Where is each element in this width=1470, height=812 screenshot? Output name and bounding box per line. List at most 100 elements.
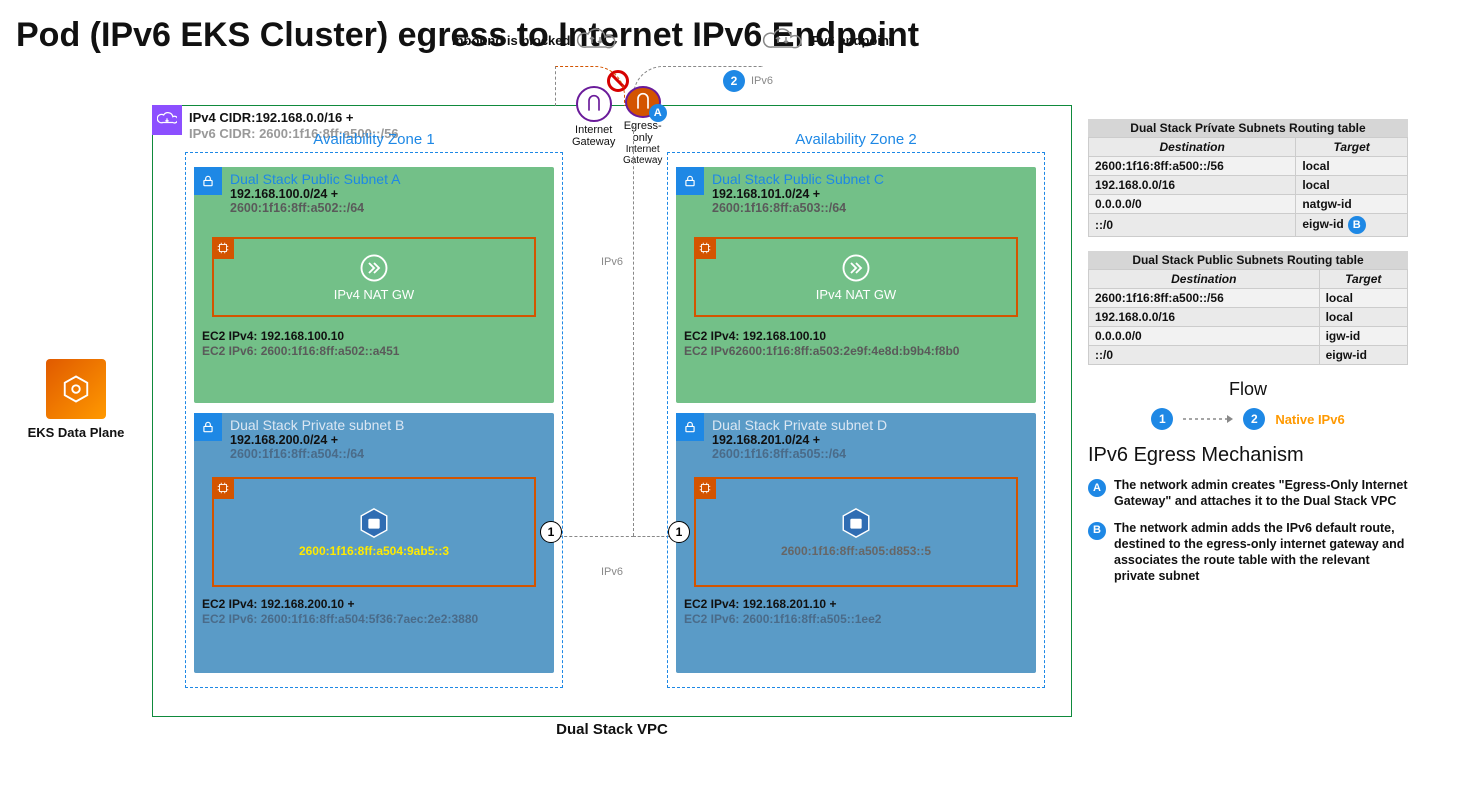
chip-icon	[694, 237, 716, 259]
availability-zone-1: Availability Zone 1 Dual Stack Public Su…	[185, 152, 563, 688]
col-target: Target	[1296, 138, 1408, 157]
gateways: Internet Gateway A Egress-only Internet …	[568, 86, 666, 166]
step-2-label: IPv6	[751, 75, 773, 87]
subnet-b-v4: 192.168.200.0/24 +	[230, 433, 546, 447]
route-target: local	[1319, 308, 1407, 327]
igw-icon	[576, 86, 612, 122]
badge-a: A	[1088, 479, 1106, 497]
subnet-d-title: Dual Stack Private subnet D	[712, 417, 1028, 433]
table-row: 2600:1f16:8ff:a500::/56local	[1089, 157, 1408, 176]
public-subnet-a: Dual Stack Public Subnet A 192.168.100.0…	[194, 167, 554, 403]
route-target: natgw-id	[1296, 195, 1408, 214]
step-2-badge: 2	[723, 70, 745, 92]
ec2-c: EC2 IPv4: 192.168.100.10 EC2 IPv62600:1f…	[684, 329, 959, 359]
route-target: eigw-idB	[1296, 214, 1408, 237]
flow-heading: Flow	[1088, 379, 1408, 400]
mechanism-a-text: The network admin creates "Egress-Only I…	[1114, 477, 1408, 510]
eigw-label: Egress-only	[619, 120, 666, 144]
flow-step-1: 1	[1151, 408, 1173, 430]
subnet-d-v6: 2600:1f16:8ff:a505::/64	[712, 447, 1028, 461]
table-row: 192.168.0.0/16local	[1089, 308, 1408, 327]
table-row: 0.0.0.0/0igw-id	[1089, 327, 1408, 346]
route-target: local	[1296, 157, 1408, 176]
subnet-d-v4: 192.168.201.0/24 +	[712, 433, 1028, 447]
col-target: Target	[1319, 270, 1407, 289]
sidebar: Dual Stack Prívate Subnets Routing table…	[1088, 79, 1408, 595]
flow-legend: 1 2 Native IPv6	[1088, 408, 1408, 430]
lock-icon	[194, 413, 222, 441]
diagram: Inbound is blocked IPv6 endpoint IPv4 CI…	[152, 79, 1072, 717]
mechanism-b-text: The network admin adds the IPv6 default …	[1114, 520, 1408, 585]
pod-b-ip: 2600:1f16:8ff:a504:9ab5::3	[299, 544, 449, 558]
igw-label: Internet Gateway	[568, 124, 619, 148]
subnet-b-title: Dual Stack Private subnet B	[230, 417, 546, 433]
ec2-a-v6: EC2 IPv6: 2600:1f16:8ff:a502::a451	[202, 344, 399, 359]
connector-spine	[633, 126, 634, 536]
egress-only-igw: A Egress-only Internet Gateway	[619, 86, 666, 166]
subnet-c-v4: 192.168.101.0/24 +	[712, 187, 1028, 201]
step-1-badge: 1	[668, 521, 690, 543]
route-destination: 2600:1f16:8ff:a500::/56	[1089, 157, 1296, 176]
spine-label-1: IPv6	[601, 256, 623, 268]
step-1-badge: 1	[540, 521, 562, 543]
ec2-a-v4: EC2 IPv4: 192.168.100.10	[202, 329, 399, 344]
nat-gw-a: IPv4 NAT GW	[212, 237, 536, 317]
mechanism-heading: IPv6 Egress Mechanism	[1088, 444, 1408, 467]
table-row: 0.0.0.0/0natgw-id	[1089, 195, 1408, 214]
chip-icon	[212, 237, 234, 259]
private-subnet-b: Dual Stack Private subnet B 192.168.200.…	[194, 413, 554, 673]
mechanism-a: A The network admin creates "Egress-Only…	[1088, 477, 1408, 510]
private-routing-table: Dual Stack Prívate Subnets Routing table…	[1088, 119, 1408, 237]
nat-label: IPv4 NAT GW	[816, 287, 896, 302]
public-rt-caption: Dual Stack Public Subnets Routing table	[1088, 251, 1408, 269]
ipv6-endpoint-text: IPv6 endpoint	[808, 33, 893, 48]
route-destination: 2600:1f16:8ff:a500::/56	[1089, 289, 1320, 308]
route-destination: ::/0	[1089, 346, 1320, 365]
connector-h-right	[633, 536, 669, 537]
route-destination: ::/0	[1089, 214, 1296, 237]
cloud-icon	[576, 27, 616, 53]
subnet-c-v6: 2600:1f16:8ff:a503::/64	[712, 201, 1028, 215]
chip-icon	[694, 477, 716, 499]
nat-gw-c: IPv4 NAT GW	[694, 237, 1018, 317]
subnet-b-v6: 2600:1f16:8ff:a504::/64	[230, 447, 546, 461]
eks-data-plane: EKS Data Plane	[16, 79, 136, 440]
col-destination: Destination	[1089, 270, 1320, 289]
ec2-b-v6: EC2 IPv6: 2600:1f16:8ff:a504:5f36:7aec:2…	[202, 612, 478, 627]
route-target: local	[1296, 176, 1408, 195]
route-destination: 0.0.0.0/0	[1089, 327, 1320, 346]
eks-label: EKS Data Plane	[16, 425, 136, 440]
pod-icon	[839, 506, 873, 540]
pod-b: 2600:1f16:8ff:a504:9ab5::3	[212, 477, 536, 587]
inbound-blocked-annot: Inbound is blocked	[452, 27, 616, 53]
step-2: 2 IPv6	[723, 70, 773, 92]
route-target: igw-id	[1319, 327, 1407, 346]
ec2-b: EC2 IPv4: 192.168.200.10 + EC2 IPv6: 260…	[202, 597, 478, 627]
badge-b: B	[1348, 216, 1366, 234]
az2-label: Availability Zone 2	[668, 131, 1044, 148]
public-routing-table: Dual Stack Public Subnets Routing table …	[1088, 251, 1408, 365]
subnet-a-v6: 2600:1f16:8ff:a502::/64	[230, 201, 546, 215]
subnet-a-title: Dual Stack Public Subnet A	[230, 171, 546, 187]
ec2-b-v4: EC2 IPv4: 192.168.200.10 +	[202, 597, 478, 612]
chip-icon	[212, 477, 234, 499]
lock-icon	[194, 167, 222, 195]
nat-icon	[841, 253, 871, 283]
nat-icon	[359, 253, 389, 283]
mechanism-b: B The network admin adds the IPv6 defaul…	[1088, 520, 1408, 585]
ec2-a: EC2 IPv4: 192.168.100.10 EC2 IPv6: 2600:…	[202, 329, 399, 359]
badge-a: A	[649, 104, 667, 122]
ec2-d: EC2 IPv4: 192.168.201.10 + EC2 IPv6: 260…	[684, 597, 881, 627]
vpc-icon	[152, 105, 182, 135]
col-destination: Destination	[1089, 138, 1296, 157]
route-destination: 192.168.0.0/16	[1089, 176, 1296, 195]
flow-step-2: 2	[1243, 408, 1265, 430]
arrow-icon	[1183, 414, 1233, 424]
subnet-c-title: Dual Stack Public Subnet C	[712, 171, 1028, 187]
eigw-sub: Internet Gateway	[619, 144, 666, 166]
eks-icon	[46, 359, 106, 419]
ec2-c-v4: EC2 IPv4: 192.168.100.10	[684, 329, 959, 344]
table-row: 2600:1f16:8ff:a500::/56local	[1089, 289, 1408, 308]
connector-h-left	[559, 536, 634, 537]
inbound-blocked-text: Inbound is blocked	[452, 33, 570, 48]
